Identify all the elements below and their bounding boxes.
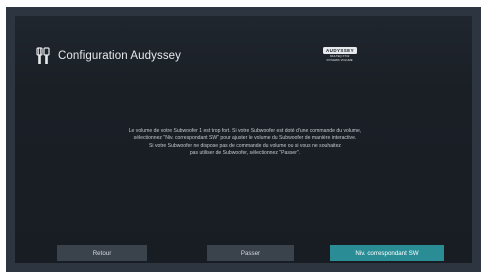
logo-subtitle: MULTEQ XT32 DYNAMIC VOLUME — [327, 55, 353, 62]
logo-subtitle-line: DYNAMIC VOLUME — [327, 57, 353, 62]
logo-brand: AUDYSSEY — [323, 47, 357, 54]
back-button[interactable]: Retour — [57, 245, 147, 261]
message-line: sélectionnez "Niv. correspondant SW" pou… — [133, 135, 357, 142]
page-title: Configuration Audyssey — [58, 50, 182, 62]
instruction-message: Le volume de votre Subwoofer 1 est trop … — [45, 128, 445, 158]
message-line: Si votre Subwoofer ne dispose pas de com… — [149, 142, 341, 149]
header: Configuration Audyssey — [36, 46, 181, 66]
sw-level-match-button[interactable]: Niv. correspondant SW — [330, 245, 444, 261]
skip-button[interactable]: Passer — [207, 245, 294, 261]
message-line: pas utiliser de Subwoofer, sélectionnez … — [189, 150, 301, 157]
setup-screen: Configuration Audyssey AUDYSSEY MULTEQ X… — [15, 16, 472, 263]
message-line: Le volume de votre Subwoofer 1 est trop … — [128, 128, 362, 134]
audyssey-logo: AUDYSSEY MULTEQ XT32 DYNAMIC VOLUME — [315, 47, 365, 65]
screen-frame: Configuration Audyssey AUDYSSEY MULTEQ X… — [6, 7, 481, 272]
speaker-icon — [36, 47, 50, 64]
